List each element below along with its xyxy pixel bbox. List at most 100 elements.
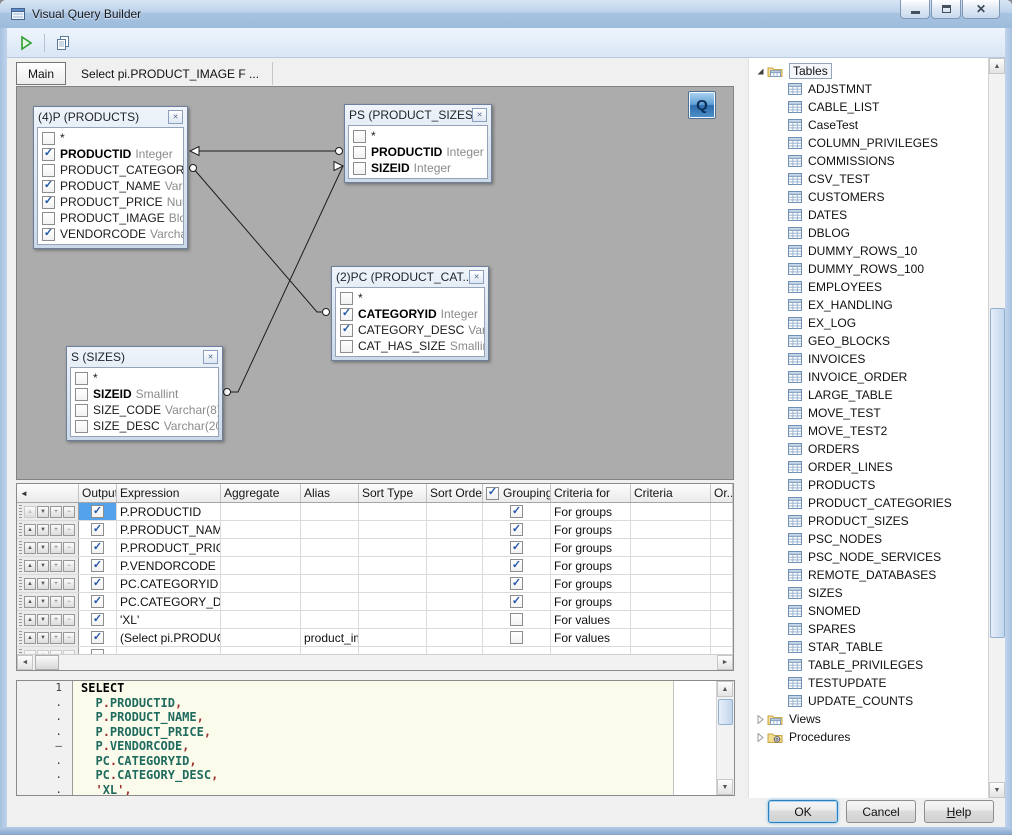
output-checkbox[interactable] xyxy=(91,613,104,626)
tree-item-table[interactable]: LARGE_TABLE xyxy=(749,386,1005,404)
diagram-field-row[interactable]: PRODUCT_IMAGEBlob(bin xyxy=(38,210,183,226)
diagram-table-header[interactable]: S (SIZES)✕ xyxy=(70,347,219,367)
or-cell[interactable] xyxy=(711,503,733,520)
sql-line[interactable]: . 'XL', xyxy=(17,783,717,797)
add-row-button[interactable]: + xyxy=(50,632,62,644)
scroll-right-arrow-icon[interactable]: ► xyxy=(717,655,733,670)
diagram-field-row[interactable]: SIZEIDInteger xyxy=(349,160,487,176)
field-checkbox[interactable] xyxy=(42,228,55,241)
help-button[interactable]: Help xyxy=(924,800,994,823)
grouping-checkbox[interactable] xyxy=(510,613,523,626)
alias-cell[interactable] xyxy=(301,539,359,556)
sort-order-cell[interactable] xyxy=(427,611,483,628)
field-checkbox[interactable] xyxy=(340,340,353,353)
field-checkbox[interactable] xyxy=(42,212,55,225)
close-icon[interactable]: ✕ xyxy=(168,110,183,124)
run-query-button[interactable] xyxy=(13,31,39,55)
tree-item-table[interactable]: PSC_NODES xyxy=(749,530,1005,548)
sql-line[interactable]: 1SELECT xyxy=(17,681,717,696)
diagram-table[interactable]: (2)PC (PRODUCT_CAT...✕*CATEGORYIDInteger… xyxy=(331,266,489,361)
criteria-cell[interactable] xyxy=(631,629,711,646)
diagram-table[interactable]: (4)P (PRODUCTS)✕*PRODUCTIDIntegerPRODUCT… xyxy=(33,106,188,249)
field-checkbox[interactable] xyxy=(42,148,55,161)
delete-row-button[interactable]: − xyxy=(63,524,75,536)
aggregate-cell[interactable] xyxy=(221,503,301,520)
grid-header-alias[interactable]: Alias xyxy=(301,484,359,502)
delete-row-button[interactable]: − xyxy=(63,632,75,644)
sort-order-cell[interactable] xyxy=(427,593,483,610)
tree-item-table[interactable]: EX_HANDLING xyxy=(749,296,1005,314)
zoom-q-button[interactable]: Q xyxy=(688,91,716,119)
move-up-button[interactable]: ▲ xyxy=(24,596,36,608)
tree-node-tables[interactable]: Tables xyxy=(749,62,1005,80)
aggregate-cell[interactable] xyxy=(221,557,301,574)
scroll-down-arrow-icon[interactable]: ▼ xyxy=(989,782,1005,798)
sql-text-area[interactable]: 1SELECT. P.PRODUCTID,. P.PRODUCT_NAME,. … xyxy=(17,681,717,795)
field-checkbox[interactable] xyxy=(340,308,353,321)
output-cell[interactable] xyxy=(79,503,117,520)
diagram-field-row[interactable]: VENDORCODEVarchar(20 xyxy=(38,226,183,242)
tree-item-table[interactable]: DBLOG xyxy=(749,224,1005,242)
criteria-for-cell[interactable]: For groups xyxy=(551,557,631,574)
row-handle[interactable]: ▲▼+− xyxy=(17,629,79,646)
sort-order-cell[interactable] xyxy=(427,629,483,646)
criteria-cell[interactable] xyxy=(631,575,711,592)
add-row-button[interactable]: + xyxy=(50,560,62,572)
row-handle[interactable]: ▲▼+− xyxy=(17,521,79,538)
close-button[interactable]: ✕ xyxy=(962,0,1000,19)
criteria-cell[interactable] xyxy=(631,521,711,538)
sort-type-cell[interactable] xyxy=(359,629,427,646)
tree-item-table[interactable]: PSC_NODE_SERVICES xyxy=(749,548,1005,566)
alias-cell[interactable] xyxy=(301,557,359,574)
tree-node-views[interactable]: Views xyxy=(749,710,1005,728)
sql-line[interactable]: – P.VENDORCODE, xyxy=(17,739,717,754)
field-checkbox[interactable] xyxy=(42,132,55,145)
scroll-up-arrow-icon[interactable]: ▲ xyxy=(717,681,733,697)
sort-order-cell[interactable] xyxy=(427,503,483,520)
add-row-button[interactable]: + xyxy=(50,524,62,536)
expander-collapsed-icon[interactable] xyxy=(754,733,767,742)
tree-item-table[interactable]: CUSTOMERS xyxy=(749,188,1005,206)
or-cell[interactable] xyxy=(711,557,733,574)
sql-vertical-scrollbar[interactable]: ▲ ▼ xyxy=(716,681,734,795)
aggregate-cell[interactable] xyxy=(221,629,301,646)
criteria-cell[interactable] xyxy=(631,539,711,556)
alias-cell[interactable] xyxy=(301,575,359,592)
diagram-field-row[interactable]: * xyxy=(336,290,484,306)
or-cell[interactable] xyxy=(711,521,733,538)
sort-order-cell[interactable] xyxy=(427,575,483,592)
diagram-table-header[interactable]: (2)PC (PRODUCT_CAT...✕ xyxy=(335,267,485,287)
drag-handle-icon[interactable] xyxy=(19,613,22,626)
or-cell[interactable] xyxy=(711,629,733,646)
diagram-field-row[interactable]: * xyxy=(38,130,183,146)
grouping-checkbox[interactable] xyxy=(510,505,523,518)
or-cell[interactable] xyxy=(711,593,733,610)
tree-item-table[interactable]: PRODUCTS xyxy=(749,476,1005,494)
alias-cell[interactable] xyxy=(301,521,359,538)
tree-item-table[interactable]: ORDERS xyxy=(749,440,1005,458)
tree-item-table[interactable]: CaseTest xyxy=(749,116,1005,134)
move-down-button[interactable]: ▼ xyxy=(37,578,49,590)
ok-button[interactable]: OK xyxy=(768,800,838,823)
output-checkbox[interactable] xyxy=(91,541,104,554)
delete-row-button[interactable]: − xyxy=(63,542,75,554)
drag-handle-icon[interactable] xyxy=(19,505,22,518)
add-row-button[interactable]: + xyxy=(50,542,62,554)
alias-cell[interactable]: product_ima xyxy=(301,629,359,646)
field-checkbox[interactable] xyxy=(42,196,55,209)
grouping-checkbox[interactable] xyxy=(510,631,523,644)
grouping-checkbox[interactable] xyxy=(510,595,523,608)
close-icon[interactable]: ✕ xyxy=(203,350,218,364)
grouping-header-checkbox[interactable] xyxy=(486,487,499,500)
tree-item-table[interactable]: INVOICE_ORDER xyxy=(749,368,1005,386)
alias-cell[interactable] xyxy=(301,593,359,610)
criteria-for-cell[interactable]: For groups xyxy=(551,593,631,610)
sort-type-cell[interactable] xyxy=(359,521,427,538)
grouping-cell[interactable] xyxy=(483,521,551,538)
tree-item-table[interactable]: UPDATE_COUNTS xyxy=(749,692,1005,710)
field-checkbox[interactable] xyxy=(340,324,353,337)
delete-row-button[interactable]: − xyxy=(63,506,75,518)
delete-row-button[interactable]: − xyxy=(63,560,75,572)
sql-line[interactable]: . PC.CATEGORYID, xyxy=(17,754,717,769)
criteria-for-cell[interactable]: For values xyxy=(551,611,631,628)
